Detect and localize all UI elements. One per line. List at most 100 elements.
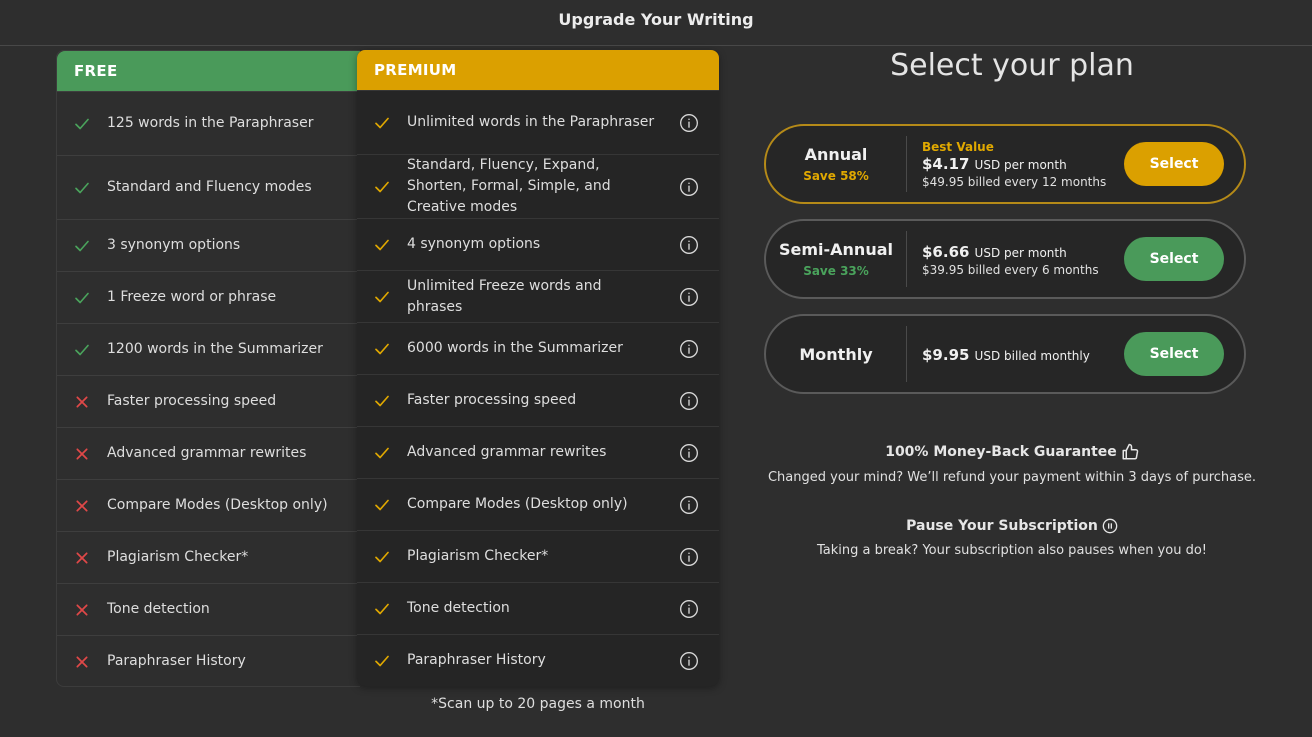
select-semi-annual-button[interactable]: Select: [1124, 237, 1224, 281]
feature-label: Tone detection: [107, 601, 210, 617]
check-icon: [357, 444, 407, 462]
feature-label: Compare Modes (Desktop only): [407, 496, 628, 512]
free-feature-row: 1 Freeze word or phrase: [57, 271, 360, 323]
check-icon: [357, 496, 407, 514]
plan-price: $4.17: [922, 154, 970, 173]
feature-label: 125 words in the Paraphraser: [107, 115, 314, 131]
top-bar: Upgrade Your Writing: [0, 0, 1312, 46]
feature-label: Advanced grammar rewrites: [107, 445, 307, 461]
premium-feature-row: Unlimited words in the Paraphraser: [357, 90, 719, 154]
free-feature-row: 3 synonym options: [57, 219, 360, 271]
premium-feature-row: Paraphraser History: [357, 634, 719, 686]
free-column: FREE 125 words in the Paraphraser Standar…: [56, 50, 360, 687]
pause-text: Taking a break? Your subscription also p…: [816, 543, 1207, 558]
feature-label: 4 synonym options: [407, 236, 541, 252]
feature-label: 6000 words in the Summarizer: [407, 340, 623, 356]
feature-label: Paraphraser History: [407, 652, 546, 668]
plan-price-unit: USD billed monthly: [974, 348, 1090, 363]
info-icon[interactable]: [679, 113, 699, 133]
free-feature-row: Tone detection: [57, 583, 360, 635]
page-title: Upgrade Your Writing: [558, 10, 754, 29]
check-icon: [357, 548, 407, 566]
free-feature-row: Paraphraser History: [57, 635, 360, 687]
check-icon: [357, 288, 407, 306]
plan-savings: Save 58%: [803, 169, 869, 183]
check-icon: [57, 179, 107, 197]
check-icon: [357, 600, 407, 618]
footnote: *Scan up to 20 pages a month: [431, 696, 645, 712]
info-icon[interactable]: [679, 495, 699, 515]
premium-feature-row: Unlimited Freeze words and phrases: [357, 270, 719, 322]
best-value-badge: Best Value: [922, 139, 994, 154]
plan-savings: Save 33%: [803, 264, 869, 278]
info-icon[interactable]: [679, 599, 699, 619]
check-icon: [357, 392, 407, 410]
check-icon: [357, 114, 407, 132]
feature-label: Advanced grammar rewrites: [407, 444, 607, 460]
premium-column: PREMIUM Unlimited words in the Paraphras…: [357, 50, 719, 686]
free-feature-row: 125 words in the Paraphraser: [57, 91, 360, 155]
plans-title: Select your plan: [890, 48, 1134, 83]
plan-price: $6.66: [922, 242, 970, 261]
premium-feature-row: Tone detection: [357, 582, 719, 634]
free-feature-row: Plagiarism Checker*: [57, 531, 360, 583]
cross-icon: [57, 394, 107, 410]
check-icon: [57, 341, 107, 359]
premium-feature-row: 4 synonym options: [357, 218, 719, 270]
plan-name: Monthly: [799, 344, 873, 364]
cross-icon: [57, 446, 107, 462]
plan-price-unit: USD per month: [974, 245, 1067, 260]
free-feature-row: Faster processing speed: [57, 375, 360, 427]
feature-label: 1200 words in the Summarizer: [107, 341, 323, 357]
feature-label: Compare Modes (Desktop only): [107, 497, 328, 513]
plan-name: Annual: [804, 145, 868, 164]
plan-monthly[interactable]: Monthly $9.95 USD billed monthly Select: [764, 314, 1246, 394]
feature-label: Unlimited Freeze words and phrases: [407, 277, 602, 315]
premium-header: PREMIUM: [357, 50, 719, 90]
free-feature-row: Compare Modes (Desktop only): [57, 479, 360, 531]
plan-name: Semi-Annual: [778, 240, 893, 259]
plan-price-unit: USD per month: [974, 157, 1067, 172]
feature-label: Standard and Fluency modes: [107, 179, 312, 195]
plan-annual[interactable]: Annual Save 58% Best Value $4.17 USD per…: [764, 124, 1246, 204]
info-icon[interactable]: [679, 339, 699, 359]
cross-icon: [57, 498, 107, 514]
guarantee-title: 100% Money-Back Guarantee: [885, 444, 1117, 460]
free-feature-row: 1200 words in the Summarizer: [57, 323, 360, 375]
info-icon[interactable]: [679, 443, 699, 463]
info-icon[interactable]: [679, 287, 699, 307]
info-icon[interactable]: [679, 547, 699, 567]
select-annual-button[interactable]: Select: [1124, 142, 1224, 186]
info-icon[interactable]: [679, 651, 699, 671]
feature-label: Standard, Fluency, Expand, Shorten, Form…: [407, 157, 611, 215]
cross-icon: [57, 602, 107, 618]
guarantee-text: Changed your mind? We’ll refund your pay…: [767, 470, 1257, 485]
check-icon: [357, 652, 407, 670]
feature-label: Faster processing speed: [107, 393, 277, 409]
thumbs-up-icon: [1122, 443, 1139, 460]
info-icon[interactable]: [679, 177, 699, 197]
check-icon: [57, 115, 107, 133]
feature-label: Plagiarism Checker*: [107, 549, 249, 565]
pause-subscription: Pause Your Subscription Taking a break? …: [764, 515, 1260, 558]
plan-billing: $39.95 billed every 6 months: [922, 262, 1099, 277]
check-icon: [57, 237, 107, 255]
feature-label: Paraphraser History: [107, 653, 246, 669]
pause-title: Pause Your Subscription: [906, 518, 1098, 534]
premium-feature-row: Advanced grammar rewrites: [357, 426, 719, 478]
premium-feature-row: Compare Modes (Desktop only): [357, 478, 719, 530]
feature-label: Faster processing speed: [407, 392, 577, 408]
info-icon[interactable]: [679, 235, 699, 255]
premium-feature-row: Standard, Fluency, Expand, Shorten, Form…: [357, 154, 719, 218]
check-icon: [357, 178, 407, 196]
pause-circle-icon: [1102, 518, 1118, 534]
plan-semi-annual[interactable]: Semi-Annual Save 33% $6.66 USD per month…: [764, 219, 1246, 299]
free-feature-row: Standard and Fluency modes: [57, 155, 360, 219]
free-feature-row: Advanced grammar rewrites: [57, 427, 360, 479]
cross-icon: [57, 550, 107, 566]
free-header: FREE: [57, 51, 360, 91]
feature-label: Plagiarism Checker*: [407, 548, 549, 564]
info-icon[interactable]: [679, 391, 699, 411]
feature-label: 1 Freeze word or phrase: [107, 289, 277, 305]
select-monthly-button[interactable]: Select: [1124, 332, 1224, 376]
